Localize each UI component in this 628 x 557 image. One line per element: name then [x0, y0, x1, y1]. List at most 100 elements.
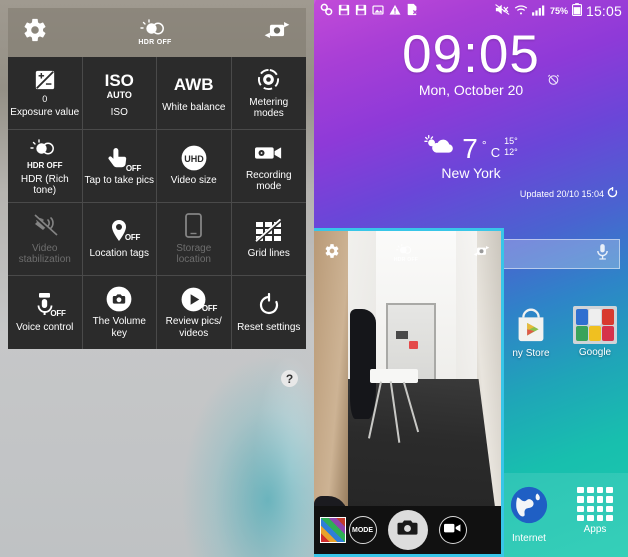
mode-button[interactable]: MODE [348, 516, 377, 544]
hdr-toggle[interactable]: HDR OFF [393, 243, 419, 263]
voice-badge: OFF [50, 308, 66, 318]
setting-label: Grid lines [247, 248, 290, 260]
storage-phone-icon [185, 212, 203, 240]
weather-widget[interactable]: 7 ° C 15° 12° New York Updated 20/10 15:… [314, 133, 628, 200]
sd-save-icon [338, 4, 350, 19]
weather-degree: ° [481, 138, 487, 152]
reset-icon [257, 291, 281, 319]
dock-item-apps[interactable]: Apps [566, 487, 624, 535]
shortcut-play-store[interactable]: ny Store [502, 303, 560, 359]
status-bar: 75% 15:05 [314, 0, 628, 22]
volume-key-camera-icon [106, 285, 132, 313]
svg-text:UHD: UHD [184, 154, 204, 164]
awb-icon: AWB [174, 71, 214, 99]
battery-percent: 75% [549, 6, 568, 16]
switch-camera-icon[interactable] [262, 19, 292, 46]
alarm-off-icon [547, 40, 560, 98]
setting-metering-modes[interactable]: Metering modes [231, 57, 306, 130]
grid-lines-icon [255, 217, 283, 245]
setting-volume-key[interactable]: The Volume key [83, 276, 157, 349]
setting-label: HDR (Rich tone) [20, 173, 69, 197]
setting-label: Location tags [89, 248, 150, 260]
setting-label: Review pics/ videos [165, 316, 222, 339]
status-clock: 15:05 [585, 3, 622, 19]
folding-table [370, 369, 418, 383]
setting-hdr-rich-tone[interactable]: HDR OFF HDR (Rich tone) [8, 130, 83, 203]
setting-label: Video stabilization [18, 242, 71, 266]
battery-icon [571, 3, 582, 19]
setting-tap-to-take-pics[interactable]: OFF Tap to take pics [82, 130, 157, 203]
weather-updated: Updated 20/10 15:04 [519, 188, 604, 199]
signal-icon [532, 4, 546, 19]
iso-icon: ISO [105, 66, 134, 94]
awb-text: AWB [173, 75, 214, 95]
weather-temp: 7 [462, 132, 478, 164]
setting-label: Voice control [16, 321, 74, 333]
dual-screenshot-container: HDR OFF 0 Exposure value ISO AUTO ISO AW… [0, 0, 628, 557]
dock-item-internet[interactable]: Internet [500, 485, 558, 544]
tap-to-take-icon: OFF [107, 144, 141, 173]
refresh-icon[interactable] [607, 186, 618, 200]
microphone-icon[interactable] [596, 243, 609, 265]
clock-time-wrap: 09:05 [402, 26, 559, 85]
setting-storage-location[interactable]: Storage location [157, 203, 232, 276]
setting-video-size[interactable]: UHD Video size [157, 130, 232, 203]
setting-video-stabilization[interactable]: Video stabilization [8, 203, 83, 276]
review-badge: OFF [201, 304, 218, 313]
clock-widget[interactable]: 09:05 Mon, October 20 [314, 26, 628, 98]
clock-date: Mon, October 20 [418, 82, 524, 98]
location-pin-icon: OFF [109, 217, 140, 245]
setting-grid-lines[interactable]: Grid lines [231, 203, 306, 276]
setting-label: Recording mode [245, 169, 292, 193]
setting-reset-settings[interactable]: Reset settings [232, 276, 307, 349]
shortcut-label: Google [578, 347, 612, 358]
hdr-toggle[interactable]: HDR OFF [138, 19, 171, 46]
weather-high: 15° [504, 136, 518, 146]
setting-label: Video size [170, 175, 217, 187]
camera-settings-screen: HDR OFF 0 Exposure value ISO AUTO ISO AW… [0, 0, 314, 557]
weather-low: 12° [504, 147, 518, 157]
setting-label: The Volume key [92, 316, 146, 339]
hanging-coat [350, 309, 376, 419]
help-icon[interactable]: ? [281, 370, 298, 387]
setting-label: Storage location [176, 242, 212, 266]
exposure-value: 0 [42, 94, 48, 105]
gallery-thumbnail[interactable] [320, 517, 346, 543]
gear-icon[interactable] [22, 17, 48, 48]
record-video-button[interactable] [438, 516, 467, 544]
gear-icon[interactable] [324, 243, 340, 264]
exposure-icon [34, 66, 56, 94]
location-badge: OFF [124, 233, 141, 243]
setting-location-tags[interactable]: OFF Location tags [82, 203, 157, 276]
setting-exposure-value[interactable]: 0 Exposure value [8, 57, 83, 130]
setting-white-balance[interactable]: AWB White balance [157, 57, 232, 130]
weather-updated-row: Updated 20/10 15:04 [314, 186, 628, 200]
setting-review-pics-videos[interactable]: OFF Review pics/ videos [157, 276, 232, 349]
search-input[interactable] [494, 239, 620, 269]
home-screen-with-camera: 75% 15:05 09:05 Mon, October 20 7 ° C 15… [314, 0, 628, 557]
hallway-wall-box [396, 331, 408, 339]
google-folder-icon [573, 306, 617, 344]
camcorder-icon [444, 521, 461, 539]
setting-label: ISO [110, 107, 128, 119]
mode-label: MODE [352, 526, 373, 534]
dock-label: Apps [583, 524, 607, 535]
hdr-status-label: HDR OFF [393, 256, 419, 263]
camera-bottom-controls: MODE [314, 506, 501, 554]
setting-iso[interactable]: ISO AUTO ISO [82, 57, 157, 130]
camera-shutter-icon [397, 519, 418, 541]
sim-removed-icon [406, 3, 418, 19]
sd-save-icon-2 [355, 4, 367, 19]
apps-grid-icon [577, 487, 613, 521]
play-store-icon [510, 303, 552, 345]
video-stabilization-icon [32, 212, 58, 240]
camera-top-toolbar: HDR OFF [8, 8, 306, 57]
image-saved-icon [372, 4, 384, 19]
shutter-button[interactable] [387, 510, 428, 550]
setting-voice-control[interactable]: OFF Voice control [8, 276, 83, 349]
review-pics-icon: OFF [181, 285, 217, 313]
tap-badge: OFF [125, 164, 142, 174]
switch-camera-icon[interactable] [472, 244, 491, 263]
shortcut-google-folder[interactable]: Google [566, 306, 624, 358]
setting-recording-mode[interactable]: Recording mode [231, 130, 306, 203]
